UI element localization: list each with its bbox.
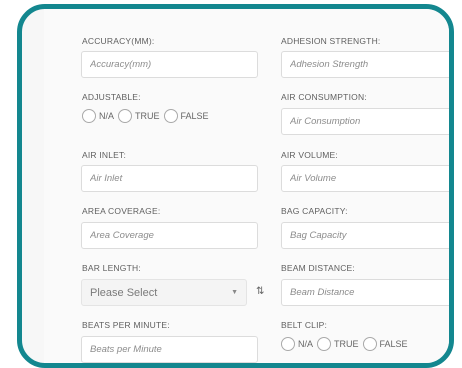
belt-clip-radio-false[interactable]: FALSE [362, 337, 408, 351]
belt-clip-radio-na[interactable]: N/A [281, 337, 313, 351]
radio-label: TRUE [135, 111, 160, 121]
belt-clip-label: BELT CLIP: [281, 320, 328, 330]
air-consumption-label: AIR CONSUMPTION: [281, 92, 367, 102]
area-coverage-input[interactable] [81, 222, 258, 249]
bar-length-selected-value: Please Select [90, 286, 158, 299]
refresh-icon[interactable]: ⇅ [256, 286, 264, 297]
adjustable-radio-false[interactable]: FALSE [163, 109, 209, 123]
radio-label: N/A [298, 339, 314, 349]
accuracy-input[interactable] [81, 51, 258, 78]
adjustable-label: ADJUSTABLE: [82, 92, 141, 102]
air-volume-input[interactable] [281, 165, 449, 192]
bag-capacity-input[interactable] [281, 222, 449, 249]
air-volume-label: AIR VOLUME: [281, 150, 338, 160]
radio-circle-icon [118, 109, 133, 123]
chevron-down-icon: ▼ [231, 289, 238, 296]
radio-circle-icon [317, 337, 332, 351]
belt-clip-radio-group: N/A TRUE FALSE [281, 337, 412, 351]
belt-clip-radio-true[interactable]: TRUE [317, 337, 359, 351]
accuracy-label: ACCURACY(MM): [82, 36, 155, 46]
beam-distance-label: BEAM DISTANCE: [281, 263, 355, 273]
radio-label: FALSE [180, 111, 209, 121]
bar-length-label: BAR LENGTH: [82, 263, 141, 273]
beats-per-minute-label: BEATS PER MINUTE: [82, 320, 170, 330]
adhesion-strength-input[interactable] [281, 51, 449, 78]
adjustable-radio-group: N/A TRUE FALSE [82, 109, 213, 123]
adjustable-radio-true[interactable]: TRUE [118, 109, 160, 123]
radio-label: TRUE [334, 339, 359, 349]
adjustable-radio-na[interactable]: N/A [82, 109, 114, 123]
radio-circle-icon [163, 109, 178, 123]
bar-length-select[interactable]: Please Select ▼ [81, 279, 247, 306]
radio-label: N/A [99, 111, 115, 121]
beam-distance-input[interactable] [281, 279, 449, 306]
bag-capacity-label: BAG CAPACITY: [281, 206, 348, 216]
beats-per-minute-input[interactable] [81, 336, 258, 363]
form-panel: ACCURACY(MM): ADHESION STRENGTH: ADJUSTA… [44, 9, 449, 363]
radio-label: FALSE [379, 339, 408, 349]
area-coverage-label: AREA COVERAGE: [82, 206, 161, 216]
radio-circle-icon [362, 337, 377, 351]
air-inlet-input[interactable] [81, 165, 258, 192]
adhesion-strength-label: ADHESION STRENGTH: [281, 36, 381, 46]
radio-circle-icon [82, 109, 96, 123]
air-consumption-input[interactable] [281, 108, 449, 135]
radio-circle-icon [281, 337, 295, 351]
air-inlet-label: AIR INLET: [82, 150, 127, 160]
form-frame: ACCURACY(MM): ADHESION STRENGTH: ADJUSTA… [17, 4, 454, 368]
